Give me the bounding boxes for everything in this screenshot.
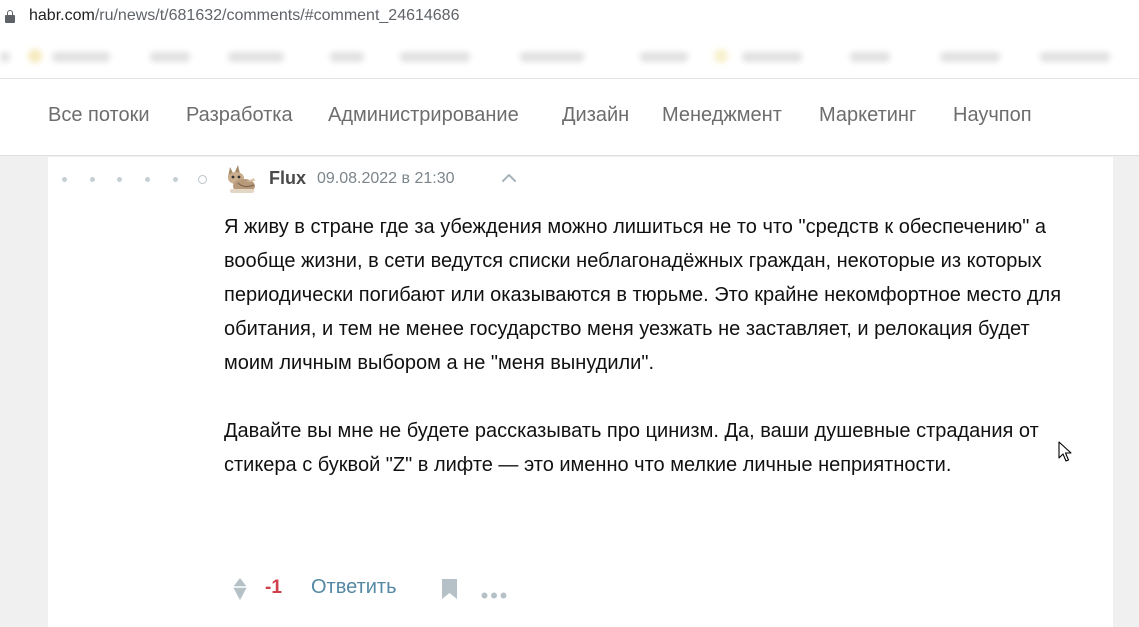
mouse-pointer-icon <box>1058 441 1072 463</box>
lock-icon[interactable] <box>5 10 15 23</box>
more-dots-icon[interactable] <box>481 586 507 599</box>
comment-body: Я живу в стране где за убеждения можно л… <box>224 210 1084 482</box>
thread-level-dot <box>117 177 122 182</box>
nav-item-marketing[interactable]: Маркетинг <box>819 104 916 127</box>
comment-date[interactable]: 09.08.2022 в 21:30 <box>317 170 455 188</box>
reply-button[interactable]: Ответить <box>311 576 397 599</box>
thread-level-dot <box>90 177 95 182</box>
cat-avatar-icon[interactable] <box>224 163 258 195</box>
url-path: /ru/news/t/681632/comments/#comment_2461… <box>94 7 460 24</box>
comment-score: -1 <box>265 577 282 598</box>
chevron-up-icon[interactable] <box>500 171 518 185</box>
bookmark-icon[interactable] <box>441 578 458 600</box>
url-text[interactable]: habr.com/ru/news/t/681632/comments/#comm… <box>29 7 459 25</box>
page: habr.com/ru/news/t/681632/comments/#comm… <box>0 0 1139 627</box>
nav-item-all-flows[interactable]: Все потоки <box>48 104 150 127</box>
nav-item-design[interactable]: Дизайн <box>562 104 629 127</box>
thread-level-dot <box>173 177 178 182</box>
url-domain: habr.com <box>29 7 95 24</box>
nav-item-administration[interactable]: Администрирование <box>328 104 519 127</box>
comment-paragraph: Я живу в стране где за убеждения можно л… <box>224 216 1062 374</box>
nav-item-management[interactable]: Менеджмент <box>662 104 782 127</box>
comment-paragraph: Давайте вы мне не будете рассказывать пр… <box>224 420 1039 476</box>
browser-address-bar[interactable]: habr.com/ru/news/t/681632/comments/#comm… <box>0 0 1139 34</box>
comment-author[interactable]: Flux <box>269 168 306 189</box>
thread-current-dot <box>198 175 207 184</box>
vote-diamond-icon[interactable] <box>232 577 248 601</box>
thread-level-dot <box>145 177 150 182</box>
bookmarks-bar-blurred <box>0 34 1139 79</box>
thread-level-dot <box>62 177 67 182</box>
habr-flows-nav: Все потоки Разработка Администрирование … <box>0 79 1139 156</box>
nav-item-popsci[interactable]: Научпоп <box>953 104 1032 127</box>
nav-item-development[interactable]: Разработка <box>186 104 293 127</box>
